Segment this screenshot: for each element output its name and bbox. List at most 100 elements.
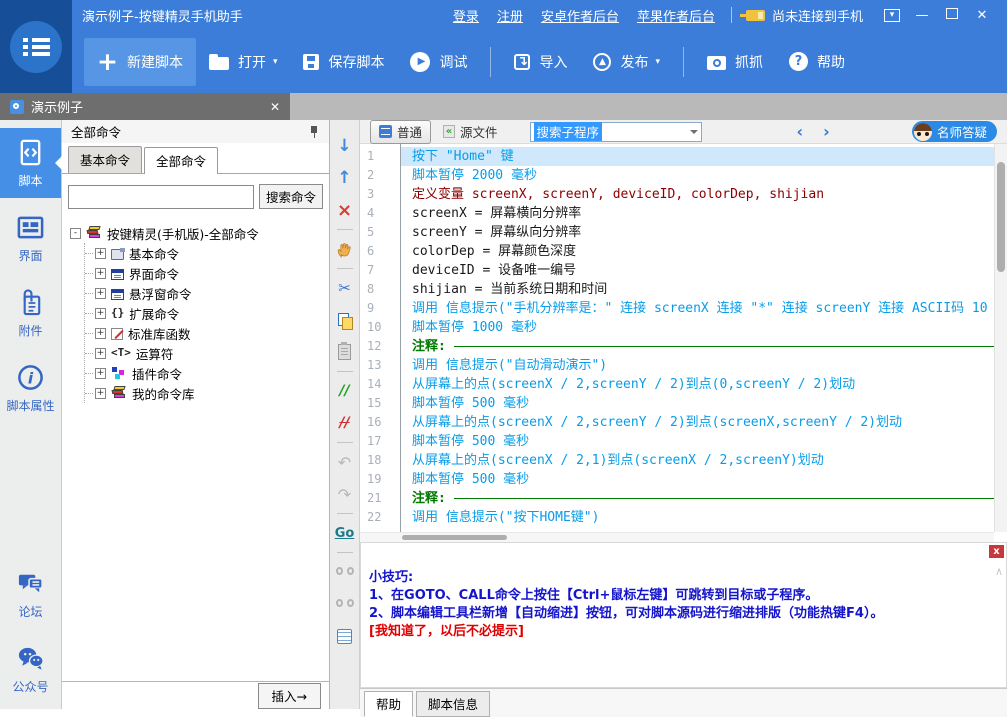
tree-root-row[interactable]: - 按键精灵(手机版)-全部命令 — [70, 223, 329, 243]
code-line-6[interactable]: 6colorDep = 屏幕颜色深度 — [360, 242, 994, 261]
toolbar-button-save[interactable]: 保存脚本 — [290, 38, 397, 86]
horizontal-scrollbar-thumb[interactable] — [402, 535, 507, 540]
sidebar-item-attachment[interactable]: 附件 — [0, 278, 61, 348]
expand-box-icon[interactable]: + — [95, 288, 106, 299]
horizontal-scrollbar[interactable] — [360, 532, 994, 542]
sidebar-item-forum[interactable]: 论坛 — [0, 559, 61, 629]
bottom-tab[interactable]: 帮助 — [364, 691, 413, 717]
view-tab-normal[interactable]: 普通 — [370, 120, 431, 144]
tree-item[interactable]: +标准库函数 — [85, 323, 329, 343]
toolstrip-button-drag[interactable] — [333, 237, 357, 261]
toolbar-button-publish[interactable]: ▲发布▾ — [580, 38, 673, 86]
code-line-22[interactable]: 22调用 信息提示("按下HOME键") — [360, 508, 994, 527]
expand-box-icon[interactable]: + — [95, 308, 106, 319]
expand-box-icon[interactable]: + — [95, 368, 106, 379]
toolstrip-button-move-down[interactable]: ↓ — [333, 134, 357, 158]
toolstrip-button-goto[interactable]: Go — [333, 521, 357, 545]
command-search-button[interactable]: 搜索命令 — [259, 184, 323, 209]
code-line-1[interactable]: 1按下 "Home" 键 — [360, 147, 994, 166]
toolstrip-button-find[interactable] — [333, 560, 357, 584]
code-line-5[interactable]: 5screenY = 屏幕纵向分辨率 — [360, 223, 994, 242]
toolbar-button-open[interactable]: 打开▾ — [196, 38, 291, 86]
toolstrip-button-redo[interactable]: ↷ — [333, 482, 357, 506]
tips-close-icon[interactable]: x — [989, 545, 1004, 558]
toolbar-button-capture[interactable]: 抓抓 — [694, 38, 776, 86]
code-line-19[interactable]: 19脚本暂停 500 毫秒 — [360, 470, 994, 489]
titlebar-link[interactable]: 苹果作者后台 — [637, 6, 715, 25]
toolbar-button-new-script[interactable]: +新建脚本 — [84, 38, 196, 86]
expand-box-icon[interactable]: + — [95, 388, 106, 399]
tips-scroll-up-icon[interactable]: ∧ — [995, 565, 1003, 578]
prev-arrow-icon[interactable]: ‹ — [797, 122, 804, 141]
code-editor[interactable]: 1按下 "Home" 键2脚本暂停 2000 毫秒3定义变量 screenX, … — [360, 144, 1007, 542]
code-line-17[interactable]: 17脚本暂停 500 毫秒 — [360, 432, 994, 451]
code-line-9[interactable]: 9调用 信息提示("手机分辨率是：" 连接 screenX 连接 "*" 连接 … — [360, 299, 994, 318]
toolstrip-button-undo[interactable]: ↶ — [333, 450, 357, 474]
toolstrip-button-outline[interactable] — [333, 624, 357, 648]
titlebar-link[interactable]: 登录 — [453, 6, 479, 25]
vertical-scrollbar[interactable] — [994, 144, 1007, 532]
pin-icon[interactable] — [309, 125, 320, 138]
tree-item[interactable]: +悬浮窗命令 — [85, 283, 329, 303]
code-line-4[interactable]: 4screenX = 屏幕横向分辨率 — [360, 204, 994, 223]
command-search-input[interactable] — [68, 185, 254, 209]
toolstrip-button-uncomment[interactable]: // — [333, 411, 357, 435]
expand-box-icon[interactable]: + — [95, 248, 106, 259]
subroutine-search-combo[interactable]: 搜索子程序 — [530, 122, 702, 142]
titlebar-link[interactable]: 安卓作者后台 — [541, 6, 619, 25]
titlebar-link[interactable]: 注册 — [497, 6, 523, 25]
collapse-box-icon[interactable]: - — [70, 228, 81, 239]
insert-button[interactable]: 插入→ — [258, 683, 321, 709]
code-line-21[interactable]: 21注释: — [360, 489, 994, 508]
view-tab-source[interactable]: «源文件 — [435, 121, 506, 143]
code-line-15[interactable]: 15脚本暂停 500 毫秒 — [360, 394, 994, 413]
document-tab[interactable]: 演示例子 ✕ — [0, 93, 290, 120]
toolstrip-button-copy[interactable] — [333, 308, 357, 332]
command-panel-tab[interactable]: 基本命令 — [68, 146, 142, 173]
sidebar-item-script-props[interactable]: i脚本属性 — [0, 353, 61, 423]
expand-box-icon[interactable]: + — [95, 328, 106, 339]
sidebar-item-wechat[interactable]: 公众号 — [0, 634, 61, 704]
teacher-qa-button[interactable]: 名师答疑 — [912, 121, 997, 142]
tree-item[interactable]: +{}扩展命令 — [85, 303, 329, 323]
sidebar-item-ui[interactable]: 界面 — [0, 203, 61, 273]
app-menu-button[interactable] — [0, 0, 72, 93]
toolbar-button-debug[interactable]: ▶调试 — [397, 38, 480, 86]
vertical-scrollbar-thumb[interactable] — [997, 162, 1005, 272]
tips-dismiss-link[interactable]: [我知道了，以后不必提示] — [369, 623, 986, 641]
toolstrip-button-move-up[interactable]: ↑ — [333, 166, 357, 190]
code-line-8[interactable]: 8shijian = 当前系统日期和时间 — [360, 280, 994, 299]
expand-box-icon[interactable]: + — [95, 348, 106, 359]
toolstrip-button-comment[interactable]: // — [333, 379, 357, 403]
command-panel-tab[interactable]: 全部命令 — [144, 147, 218, 174]
minimize-to-tray-button[interactable]: ▾ — [877, 9, 907, 22]
bottom-tab[interactable]: 脚本信息 — [416, 691, 490, 717]
expand-box-icon[interactable]: + — [95, 268, 106, 279]
toolstrip-button-cut[interactable]: ✂ — [333, 276, 357, 300]
maximize-button[interactable] — [937, 8, 967, 23]
code-line-3[interactable]: 3定义变量 screenX, screenY, deviceID, colorD… — [360, 185, 994, 204]
code-line-10[interactable]: 10脚本暂停 1000 毫秒 — [360, 318, 994, 337]
code-line-13[interactable]: 13调用 信息提示("自动滑动演示") — [360, 356, 994, 375]
tree-item[interactable]: +我的命令库 — [85, 383, 329, 403]
code-line-12[interactable]: 12注释: — [360, 337, 994, 356]
tab-close-icon[interactable]: ✕ — [270, 100, 280, 114]
code-line-2[interactable]: 2脚本暂停 2000 毫秒 — [360, 166, 994, 185]
toolstrip-button-find-next[interactable] — [333, 592, 357, 616]
sidebar-item-script[interactable]: 脚本 — [0, 128, 61, 198]
tree-item[interactable]: +<T>运算符 — [85, 343, 329, 363]
close-button[interactable]: ✕ — [967, 8, 997, 23]
minimize-button[interactable]: — — [907, 8, 937, 23]
code-line-14[interactable]: 14从屏幕上的点(screenX / 2,screenY / 2)到点(0,sc… — [360, 375, 994, 394]
code-line-16[interactable]: 16从屏幕上的点(screenX / 2,screenY / 2)到点(scre… — [360, 413, 994, 432]
tree-item[interactable]: +插件命令 — [85, 363, 329, 383]
tree-item[interactable]: +基本命令 — [85, 243, 329, 263]
next-arrow-icon[interactable]: › — [823, 122, 830, 141]
tree-item[interactable]: +界面命令 — [85, 263, 329, 283]
code-line-18[interactable]: 18从屏幕上的点(screenX / 2,1)到点(screenX / 2,sc… — [360, 451, 994, 470]
code-line-7[interactable]: 7deviceID = 设备唯一编号 — [360, 261, 994, 280]
toolbar-button-help[interactable]: ?帮助 — [776, 38, 858, 86]
toolbar-button-import[interactable]: ↴导入 — [501, 38, 580, 86]
toolstrip-button-delete[interactable]: × — [333, 198, 357, 222]
toolstrip-button-paste[interactable] — [333, 340, 357, 364]
